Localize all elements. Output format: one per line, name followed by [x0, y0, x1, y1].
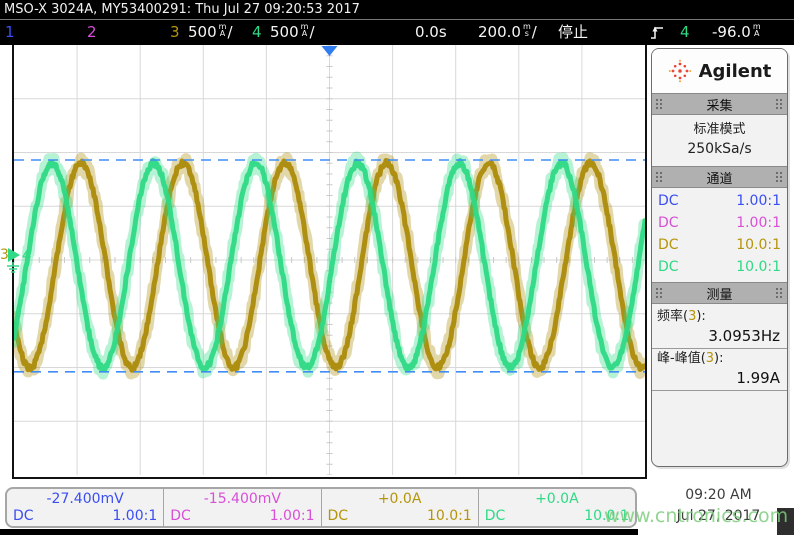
- milliamp-unit: mA: [301, 23, 309, 37]
- coupling-label: DC: [485, 508, 506, 525]
- waveform-display: [14, 45, 645, 475]
- trigger-source[interactable]: 4: [680, 20, 690, 44]
- grip-icon: [655, 171, 664, 183]
- agilent-starburst-icon: [668, 59, 692, 83]
- acquire-panel-header[interactable]: 采集: [652, 93, 787, 115]
- milliamp-unit: mA: [753, 23, 761, 37]
- clock-time: 09:20 AM: [647, 485, 790, 505]
- grip-icon: [775, 171, 784, 183]
- trigger-level[interactable]: -96.0mA: [712, 20, 762, 44]
- trigger-slope-icon: [650, 24, 664, 48]
- channel3-offset-value: +0.0A: [322, 490, 478, 508]
- channel4-ground-arrow-icon: [8, 248, 20, 262]
- titlebar-text: MSO-X 3024A, MY53400291: Thu Jul 27 09:2…: [4, 2, 360, 17]
- channel4-ground-marker: 4: [22, 246, 32, 264]
- channel-status-bar: -27.400mV DC 1.00:1 -15.400mV DC 1.00:1 +0…: [5, 487, 637, 528]
- sidebar: Agilent 采集 标准模式 250kSa/s 通道 DC1.00:1 DC1…: [651, 48, 788, 467]
- probe-ratio: 1.00:1: [270, 508, 315, 525]
- measure-panel: 频率(3): 3.0953Hz 峰-峰值(3): 1.99A: [652, 304, 787, 391]
- status-toolbar: 1 2 3 500mA/ 4 500mA/ 0.0s 200.0ms/ 停止 4…: [0, 19, 794, 45]
- measure-pkpk-value: 1.99A: [652, 368, 787, 391]
- channel3-scale[interactable]: 500mA/: [188, 20, 233, 44]
- channel2-button[interactable]: 2: [87, 20, 97, 44]
- measure-frequency-label: 频率(3):: [652, 307, 787, 326]
- channel2-offset-value: -15.400mV: [164, 490, 320, 508]
- grip-icon: [775, 287, 784, 299]
- grip-icon: [775, 98, 784, 110]
- channel3-button[interactable]: 3: [170, 20, 180, 44]
- brand-name: Agilent: [699, 61, 772, 82]
- channel2-summary[interactable]: DC1.00:1: [652, 212, 787, 234]
- measure-panel-header[interactable]: 测量: [652, 282, 787, 304]
- grip-icon: [655, 287, 664, 299]
- grip-icon: [655, 98, 664, 110]
- oscilloscope-screen: MSO-X 3024A, MY53400291: Thu Jul 27 09:2…: [0, 0, 794, 535]
- channels-panel: DC1.00:1 DC1.00:1 DC10.0:1 DC10.0:1: [652, 188, 787, 282]
- coupling-label: DC: [170, 508, 191, 525]
- coupling-label: DC: [328, 508, 349, 525]
- time-offset[interactable]: 0.0s: [415, 20, 447, 44]
- milliamp-unit: mA: [219, 23, 227, 37]
- watermark: www.cntronics.com: [604, 505, 788, 527]
- channel3-summary[interactable]: DC10.0:1: [652, 234, 787, 256]
- channel4-button[interactable]: 4: [252, 20, 262, 44]
- acquire-panel: 标准模式 250kSa/s: [652, 115, 787, 166]
- ground-marker-cluster[interactable]: 3 4: [0, 240, 44, 276]
- channel1-status-box[interactable]: -27.400mV DC 1.00:1: [7, 489, 164, 526]
- ground-symbol-icon: [7, 262, 19, 272]
- channel4-scale[interactable]: 500mA/: [270, 20, 315, 44]
- measure-frequency-value: 3.0953Hz: [652, 326, 787, 349]
- probe-ratio: 10.0:1: [427, 508, 472, 525]
- measure-pkpk-label: 峰-峰值(3):: [652, 349, 787, 368]
- channel1-offset-value: -27.400mV: [7, 490, 163, 508]
- timebase-setting[interactable]: 200.0ms/: [478, 20, 537, 44]
- channel2-status-box[interactable]: -15.400mV DC 1.00:1: [164, 489, 321, 526]
- channel1-summary[interactable]: DC1.00:1: [652, 190, 787, 212]
- brand-row: Agilent: [652, 49, 787, 93]
- millisecond-unit: ms: [523, 23, 531, 37]
- channels-panel-header[interactable]: 通道: [652, 166, 787, 188]
- channel4-summary[interactable]: DC10.0:1: [652, 256, 787, 278]
- channel3-ground-marker: 3: [0, 247, 9, 263]
- probe-ratio: 1.00:1: [112, 508, 157, 525]
- titlebar: MSO-X 3024A, MY53400291: Thu Jul 27 09:2…: [0, 0, 794, 19]
- channel3-status-box[interactable]: +0.0A DC 10.0:1: [322, 489, 479, 526]
- channel1-button[interactable]: 1: [5, 20, 15, 44]
- run-state-label: 停止: [558, 20, 588, 44]
- sample-rate: 250kSa/s: [656, 139, 783, 159]
- waveform-plot-area: [12, 45, 647, 479]
- coupling-label: DC: [13, 508, 34, 525]
- acquire-mode: 标准模式: [656, 120, 783, 139]
- bottom-bar: [0, 529, 638, 535]
